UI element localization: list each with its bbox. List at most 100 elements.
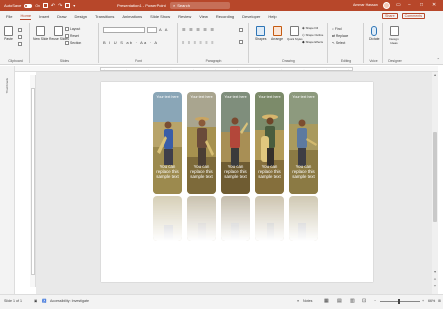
card-bottom-text[interactable]: You can replace this sample text — [155, 164, 180, 179]
align-controls[interactable]: ≡ ≡ ≡ ≡ ≡ ≡ — [182, 40, 215, 45]
tab-view[interactable]: View — [199, 14, 208, 19]
next-slide-icon[interactable]: ⏷ — [432, 284, 438, 288]
previous-slide-icon[interactable]: ⏶ — [432, 277, 438, 281]
card-bottom-text[interactable]: You can replace this sample text — [189, 164, 214, 179]
spelling-icon[interactable]: ▣ — [34, 299, 37, 303]
vertical-scrollbar[interactable]: ▲ ▼ ⏶ ⏷ — [432, 72, 438, 294]
tab-developer[interactable]: Developer — [242, 14, 260, 19]
close-button[interactable]: ✕ — [432, 2, 436, 8]
picture-card[interactable]: Your text here You can replace this samp… — [221, 92, 250, 194]
new-slide-button[interactable]: New Slide — [33, 26, 48, 41]
zoom-in-icon[interactable]: + — [422, 299, 424, 303]
reading-view-icon[interactable]: ▥ — [350, 298, 355, 304]
shape-effects-button[interactable]: ◆ Shape Effects — [302, 40, 323, 44]
notes-button[interactable]: Notes — [303, 299, 312, 303]
cut-icon[interactable] — [18, 28, 22, 32]
copy-icon[interactable] — [18, 35, 22, 39]
normal-view-icon[interactable]: ▦ — [324, 298, 329, 304]
share-button[interactable]: Share — [382, 13, 398, 19]
tab-slide-show[interactable]: Slide Show — [150, 14, 170, 19]
autosave-toggle[interactable] — [24, 3, 33, 8]
quick-styles-button[interactable]: Quick Styles — [287, 26, 303, 41]
save-icon[interactable] — [42, 3, 48, 8]
accessibility-icon[interactable]: ♿ — [42, 299, 46, 303]
font-size-dropdown[interactable] — [147, 27, 157, 33]
dictate-button[interactable]: Dictate — [369, 26, 380, 41]
zoom-slider-knob[interactable] — [398, 299, 400, 304]
font-name-dropdown[interactable] — [103, 27, 145, 33]
picture-card[interactable]: Your text here You can replace this samp… — [255, 92, 284, 194]
slide-show-icon[interactable]: ⊡ — [362, 298, 366, 304]
shapes-button[interactable]: Shapes — [255, 26, 267, 41]
slide[interactable]: Your text here You can replace this samp… — [101, 82, 373, 282]
ruler-tick: · — [303, 67, 305, 71]
thumbnails-label[interactable]: Thumbnails — [5, 78, 9, 94]
card-top-text[interactable]: Your text here — [187, 95, 216, 99]
tab-review[interactable]: Review — [178, 14, 191, 19]
document-title: Presentation1 - PowerPoint — [117, 3, 166, 8]
paste-button[interactable]: Paste — [4, 26, 13, 41]
fit-to-window-icon[interactable]: ⊞ — [438, 299, 441, 303]
customize-toolbar-icon[interactable]: ▾ — [73, 3, 75, 8]
notes-icon[interactable]: ≡ — [297, 299, 299, 303]
collapse-ribbon-icon[interactable]: ⌃ — [437, 57, 440, 62]
text-direction-icon[interactable] — [239, 28, 243, 32]
shape-fill-button[interactable]: ◈ Shape Fill — [302, 26, 318, 30]
shape-outline-button[interactable]: ◇ Shape Outline — [302, 33, 323, 37]
picture-card[interactable]: Your text here You can replace this samp… — [153, 92, 182, 194]
smartart-icon[interactable] — [239, 40, 243, 44]
card-top-text[interactable]: Your text here — [153, 95, 182, 99]
find-button[interactable]: ⌕ Find — [332, 27, 342, 31]
tab-recording[interactable]: Recording — [216, 14, 234, 19]
tab-help[interactable]: Help — [268, 14, 276, 19]
scroll-up-icon[interactable]: ▲ — [432, 73, 438, 77]
arrange-icon — [272, 26, 282, 36]
format-painter-icon[interactable] — [18, 42, 22, 46]
reset-button[interactable]: Reset — [65, 34, 79, 38]
comments-button[interactable]: Comments — [401, 13, 425, 19]
zoom-slider[interactable] — [380, 299, 420, 304]
card-top-text[interactable]: Your text here — [221, 95, 250, 99]
design-ideas-button[interactable]: Design Ideas — [387, 26, 401, 45]
font-format-controls[interactable]: B I U S ab · Aa · A — [103, 40, 158, 45]
replace-button[interactable]: ⇄ Replace — [332, 34, 348, 38]
redo-icon[interactable]: ↷ — [58, 3, 62, 9]
font-size-controls[interactable]: A A — [159, 27, 169, 32]
ribbon-display-icon[interactable]: ▭ — [396, 2, 401, 8]
accessibility-status[interactable]: Accessibility: Investigate — [50, 299, 89, 303]
scroll-down-icon[interactable]: ▼ — [432, 270, 438, 274]
card-top-text[interactable]: Your text here — [255, 95, 284, 99]
avatar[interactable] — [383, 2, 390, 9]
arrange-button[interactable]: Arrange — [271, 26, 283, 41]
card-top-text[interactable]: Your text here — [289, 95, 318, 99]
minimize-button[interactable]: − — [408, 2, 411, 8]
picture-card[interactable]: Your text here You can replace this samp… — [187, 92, 216, 194]
slide-sorter-icon[interactable]: ▤ — [337, 298, 342, 304]
tab-transitions[interactable]: Transitions — [95, 14, 114, 19]
present-icon[interactable] — [65, 3, 71, 8]
card-bottom-text[interactable]: You can replace this sample text — [223, 164, 248, 179]
card-bottom-text[interactable]: You can replace this sample text — [291, 164, 316, 179]
designer-group: Design Ideas Designer — [384, 23, 406, 63]
scrollbar-thumb[interactable] — [433, 132, 437, 222]
zoom-out-icon[interactable]: − — [374, 299, 376, 303]
search-box[interactable]: ⌕ Search — [170, 2, 230, 9]
quick-styles-icon — [290, 26, 300, 36]
tab-home[interactable]: Home — [20, 13, 32, 20]
maximize-button[interactable]: □ — [420, 2, 423, 8]
layout-button[interactable]: Layout — [65, 27, 80, 31]
user-name[interactable]: Ammar Hassan — [353, 3, 378, 7]
font-group-label: Font — [135, 59, 142, 63]
section-button[interactable]: Section — [65, 41, 81, 45]
tab-animations[interactable]: Animations — [122, 14, 142, 19]
undo-icon[interactable]: ↶ — [51, 3, 55, 9]
tab-draw[interactable]: Draw — [57, 14, 66, 19]
card-bottom-text[interactable]: You can replace this sample text — [257, 164, 282, 179]
list-controls[interactable]: ☰ ☰ ☰ ☰ ☰ — [182, 27, 215, 32]
tab-design[interactable]: Design — [74, 14, 86, 19]
select-button[interactable]: ↖ Select — [332, 41, 345, 45]
tab-file[interactable]: File — [6, 14, 12, 19]
picture-card[interactable]: Your text here You can replace this samp… — [289, 92, 318, 194]
tab-insert[interactable]: Insert — [39, 14, 49, 19]
zoom-level[interactable]: 66% — [428, 299, 435, 303]
